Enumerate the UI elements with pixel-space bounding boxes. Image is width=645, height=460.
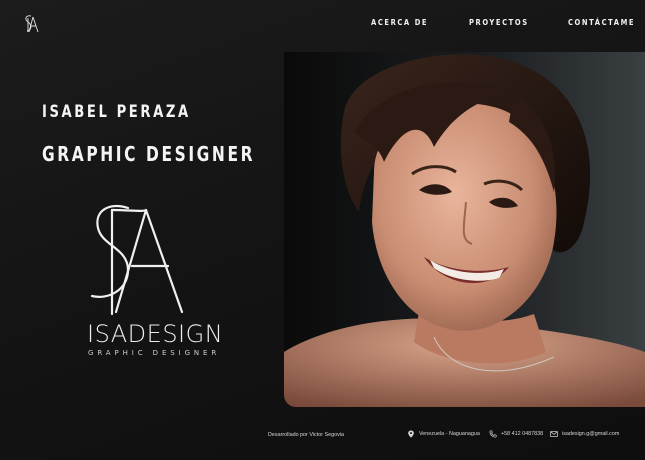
phone-text: +58 412 0487838 — [501, 431, 544, 437]
email-text: isadesign.g@gmail.com — [562, 431, 620, 437]
designer-name: ISABEL PERAZA — [42, 102, 191, 122]
site-header: ACERCA DE PROYECTOS CONTÁCTAME — [0, 0, 645, 48]
portrait-illustration — [284, 52, 645, 407]
developer-credit[interactable]: Desarrollado por Victor Segovia — [268, 432, 344, 438]
location-text: Venezuela - Naguanagua — [419, 431, 480, 437]
envelope-icon — [550, 431, 558, 437]
sa-logo-icon[interactable] — [22, 14, 42, 34]
brand-subtitle: GRAPHIC DESIGNER — [88, 349, 221, 357]
brand-name: ISADESIGN — [87, 320, 224, 348]
nav-about-link[interactable]: ACERCA DE — [371, 18, 428, 27]
page: ACERCA DE PROYECTOS CONTÁCTAME ISABEL PE… — [0, 0, 645, 460]
portrait-photo — [284, 52, 645, 407]
email-info[interactable]: isadesign.g@gmail.com — [550, 430, 619, 438]
designer-role: GRAPHIC DESIGNER — [42, 142, 256, 166]
sa-brand-logo-icon — [90, 204, 184, 316]
nav-contact-link[interactable]: CONTÁCTAME — [568, 18, 635, 27]
site-footer: Desarrollado por Victor Segovia Venezuel… — [0, 420, 645, 450]
nav-projects-link[interactable]: PROYECTOS — [469, 18, 529, 27]
phone-icon — [489, 430, 497, 438]
location-info: Venezuela - Naguanagua — [407, 430, 480, 438]
phone-info[interactable]: +58 412 0487838 — [489, 430, 543, 438]
map-pin-icon — [408, 430, 414, 438]
